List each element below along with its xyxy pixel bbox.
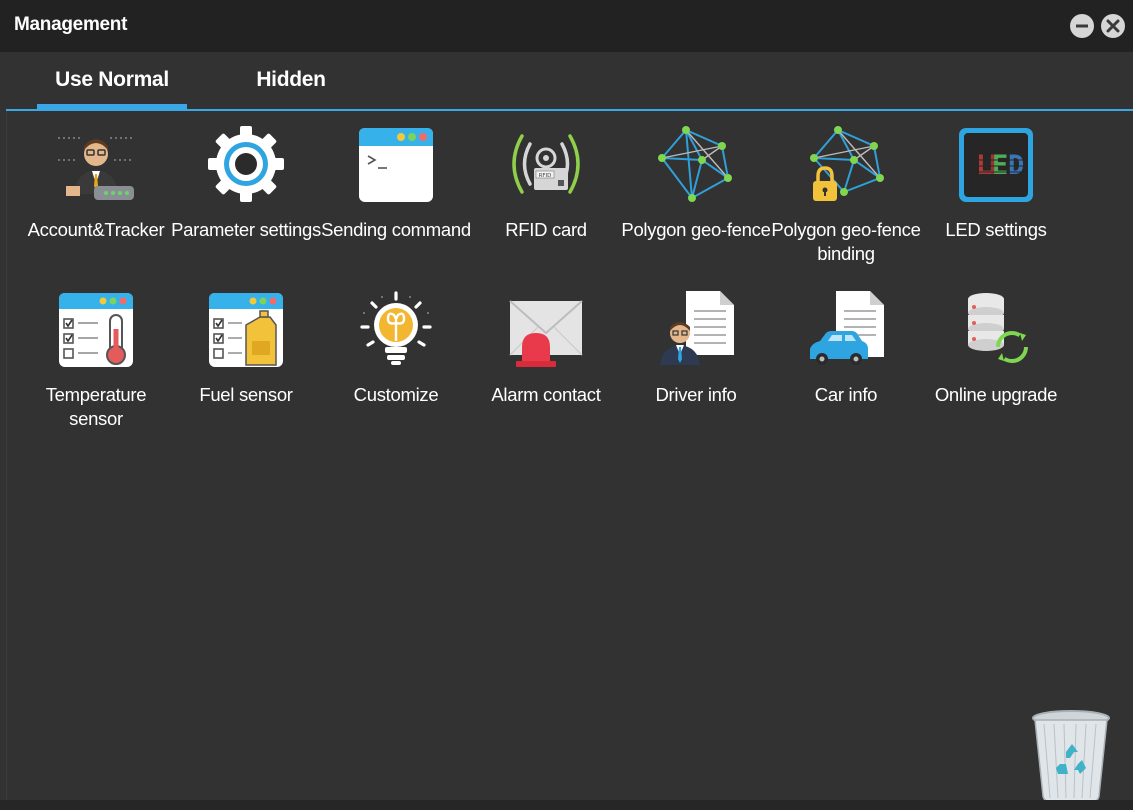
car-document-icon [808,289,884,369]
item-rfid-card[interactable]: RFID RFID card [471,122,621,282]
management-window: Management Use Normal Hidden Account&Tra… [0,0,1133,810]
item-label: RFID card [505,219,587,240]
item-label: LED settings [945,219,1047,240]
item-label: Sending command [321,219,471,240]
tab-bar: Use Normal Hidden [6,52,1133,110]
recycle-bin-icon [1032,710,1110,803]
item-parameter-settings[interactable]: Parameter settings [171,122,321,282]
terminal-icon [358,124,434,204]
item-polygon-geo-fence-binding[interactable]: Polygon geo-fence binding [771,122,921,282]
item-label: Polygon geo-fence [621,219,771,240]
item-car-info[interactable]: Car info [771,287,921,447]
item-label: Account&Tracker [27,219,165,240]
item-label: Temperature sensor [45,384,147,429]
svg-text:RFID: RFID [539,173,552,179]
item-sending-command[interactable]: Sending command [321,122,471,282]
item-temperature-sensor[interactable]: Temperature sensor [21,287,171,447]
close-button[interactable] [1101,14,1125,38]
driver-document-icon [658,289,734,369]
account-tracker-icon [58,124,134,204]
thermometer-icon [58,289,134,369]
item-label: Driver info [655,384,737,405]
gear-icon [208,124,284,204]
item-online-upgrade[interactable]: Online upgrade [921,287,1071,447]
tab-divider [6,109,1133,111]
window-title: Management [14,14,128,35]
database-refresh-icon [958,289,1034,369]
item-label: Parameter settings [171,219,321,240]
item-polygon-geo-fence[interactable]: Polygon geo-fence [621,122,771,282]
panel-border [6,111,7,801]
polygon-lock-icon [808,124,884,204]
item-label: Alarm contact [491,384,601,405]
title-bar: Management [0,0,1133,52]
led-icon: L L E D [958,124,1034,204]
lightbulb-icon [358,289,434,369]
item-account-tracker[interactable]: Account&Tracker [21,122,171,282]
item-driver-info[interactable]: Driver info [621,287,771,447]
alarm-mail-icon [508,289,584,369]
close-icon [1106,19,1120,33]
polygon-network-icon [658,124,734,204]
tab-use-normal[interactable]: Use Normal [37,52,187,110]
item-label: Car info [814,384,878,405]
item-label: Online upgrade [934,384,1058,405]
bottom-edge [0,800,1133,810]
item-alarm-contact[interactable]: Alarm contact [471,287,621,447]
rfid-icon: RFID [508,124,584,204]
minimize-icon [1076,24,1088,28]
fuel-can-icon [208,289,284,369]
item-label: Fuel sensor [199,384,293,405]
recycle-bin[interactable] [1030,708,1112,804]
item-led-settings[interactable]: L L E D LED settings [921,122,1071,282]
item-label: Customize [353,384,439,405]
minimize-button[interactable] [1070,14,1094,38]
item-fuel-sensor[interactable]: Fuel sensor [171,287,321,447]
tab-hidden[interactable]: Hidden [218,52,364,110]
item-customize[interactable]: Customize [321,287,471,447]
item-label: Polygon geo-fence binding [771,219,921,264]
